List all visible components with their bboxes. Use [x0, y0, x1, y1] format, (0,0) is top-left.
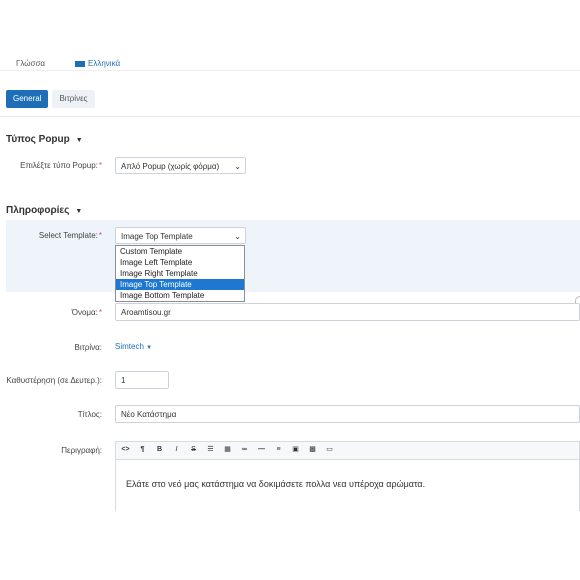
gallery-icon[interactable]: ▩ [305, 442, 320, 458]
delay-input[interactable]: 1 [115, 371, 169, 389]
template-option[interactable]: Image Right Template [116, 268, 244, 279]
template-dropdown-list: Custom Template Image Left Template Imag… [115, 245, 245, 302]
bold-icon[interactable]: B [152, 442, 167, 458]
template-option[interactable]: Custom Template [116, 246, 244, 257]
title-input[interactable]: Νέο Κατάστημα [115, 405, 580, 423]
editor-toolbar: <> ¶ B I S ☰ ▦ ∞ — ≡ ▣ ▩ ▭ [115, 441, 580, 459]
template-option-selected[interactable]: Image Top Template [116, 279, 244, 290]
delay-label: Καθυστέρηση (σε Δευτερ.): [6, 376, 102, 385]
title-label: Τίτλος: [77, 410, 102, 419]
description-editor[interactable]: Ελάτε στο νεό μας κατάστημα να δοκιμάσετ… [115, 459, 580, 511]
ordered-list-icon[interactable]: ▦ [220, 442, 235, 458]
flag-icon [75, 60, 85, 67]
language-label: Γλώσσα [16, 59, 46, 68]
divider [0, 116, 580, 117]
section-popup-type[interactable]: Τύπος Popup ▼ [6, 134, 83, 145]
unordered-list-icon[interactable]: ☰ [203, 442, 218, 458]
image-icon[interactable]: ▣ [288, 442, 303, 458]
name-label-text: Όνομα: [71, 308, 98, 317]
paragraph-icon[interactable]: ¶ [135, 442, 150, 458]
tab-bar: General Βιτρίνες [6, 90, 99, 108]
storefront-value: Simtech [115, 342, 144, 351]
template-option[interactable]: Image Bottom Template [116, 290, 244, 301]
language-value: Ελληνικά [88, 59, 121, 68]
popup-type-label-text: Επιλέξτε τύπο Popup: [20, 161, 98, 170]
language-selector[interactable]: Ελληνικά [75, 59, 120, 68]
section-info-title: Πληροφορίες [6, 205, 70, 216]
required-mark: * [98, 308, 102, 317]
required-mark: * [98, 161, 102, 170]
tab-general[interactable]: General [6, 90, 49, 108]
template-label-text: Select Template: [38, 231, 98, 240]
name-input[interactable]: Aroamtisou.gr [115, 303, 580, 321]
video-icon[interactable]: ▭ [322, 442, 337, 458]
name-label: Όνομα:* [0, 308, 102, 317]
italic-icon[interactable]: I [169, 442, 184, 458]
storefront-picker[interactable]: Simtech ▼ [115, 342, 152, 351]
template-value: Image Top Template [121, 232, 193, 241]
caret-down-icon: ▼ [146, 345, 153, 351]
template-option[interactable]: Image Left Template [116, 257, 244, 268]
align-icon[interactable]: ≡ [271, 442, 286, 458]
chevron-down-icon: ⌄ [234, 232, 241, 241]
horizontal-rule-icon[interactable]: — [254, 442, 269, 458]
description-label: Περιγραφή: [61, 446, 102, 455]
template-select[interactable]: Image Top Template ⌄ [115, 227, 246, 244]
section-popup-type-title: Τύπος Popup [6, 134, 70, 145]
popup-type-value: Απλό Popup (χωρίς φόρμα) [121, 162, 220, 171]
required-mark: * [98, 231, 102, 240]
link-icon[interactable]: ∞ [237, 442, 252, 458]
section-info[interactable]: Πληροφορίες ▼ [6, 205, 82, 216]
tab-storefronts[interactable]: Βιτρίνες [52, 90, 95, 108]
storefront-label: Βιτρίνα: [74, 343, 102, 352]
language-row: Γλώσσα Ελληνικά [0, 58, 580, 71]
caret-down-icon: ▼ [75, 208, 83, 215]
popup-type-label: Επιλέξτε τύπο Popup:* [0, 161, 102, 170]
popup-type-select[interactable]: Απλό Popup (χωρίς φόρμα) ⌄ [115, 157, 246, 174]
description-text: Ελάτε στο νεό μας κατάστημα να δοκιμάσετ… [126, 479, 426, 489]
code-icon[interactable]: <> [118, 442, 133, 458]
strikethrough-icon[interactable]: S [186, 442, 201, 458]
chevron-down-icon: ⌄ [234, 162, 241, 171]
template-label: Select Template:* [0, 231, 102, 240]
caret-down-icon: ▼ [75, 137, 83, 144]
